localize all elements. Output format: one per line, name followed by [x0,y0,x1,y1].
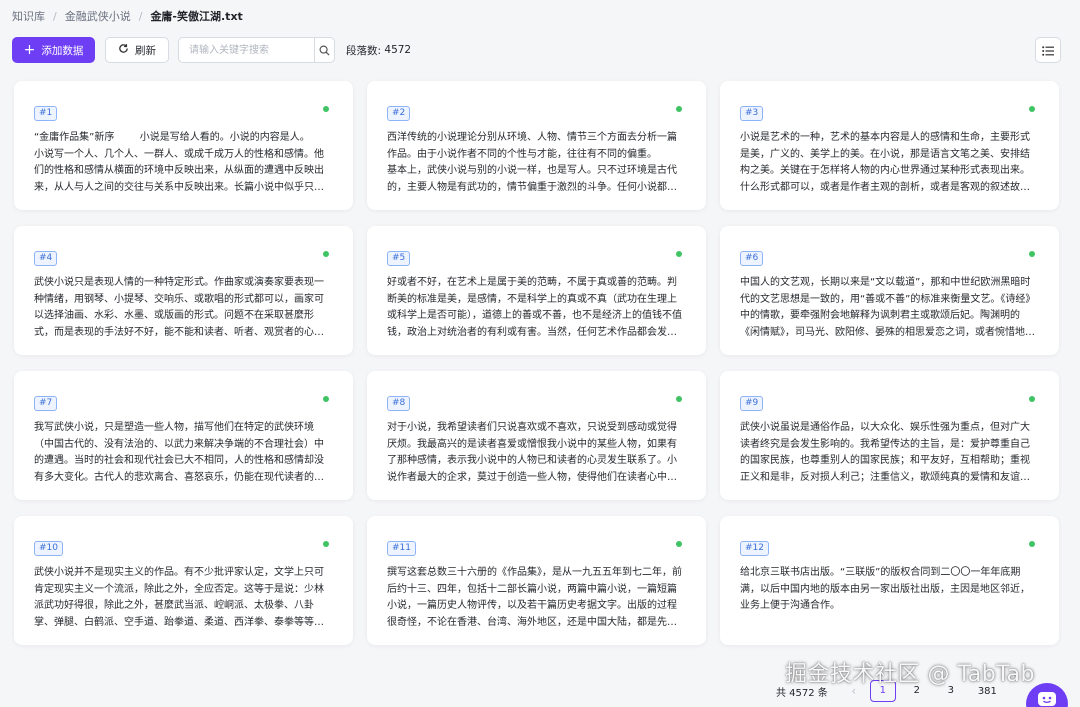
paragraph-card[interactable]: #6 中国人的文艺观，长期以来是“文以载道”，那和中世纪欧洲黑暗时代的文艺思想是一… [720,226,1059,355]
refresh-button[interactable]: 刷新 [105,37,169,63]
card-index-badge: #9 [740,396,764,411]
card-text: 撰写这套总数三十六册的《作品集》，是从一九五五年到七二年，前后约十三、四年，包括… [387,567,682,628]
search-icon [319,41,330,60]
watermark: 掘金技术社区 @ TabTab [785,662,1035,687]
paragraph-card[interactable]: #10 武侠小说并不是现实主义的作品。有不少批评家认定，文学上只可肯定现实主义一个… [14,516,353,645]
breadcrumb: 知识库 / 金融武侠小说 / 金庸-笑傲江湖.txt [12,8,243,24]
paragraph-card[interactable]: #8 对于小说，我希望读者们只说喜欢或不喜欢，只说受到感动或觉得厌烦。我最高兴的是… [367,371,706,500]
add-data-button[interactable]: + 添加数据 [12,37,95,63]
card-index-badge: #8 [387,396,411,411]
status-dot [676,541,682,547]
card-index-badge: #3 [740,106,764,121]
add-data-label: 添加数据 [41,44,84,57]
status-dot [323,396,329,402]
status-dot [323,251,329,257]
card-text: 我写武侠小说，只是塑造一些人物，描写他们在特定的武侠环境（中国古代的、没有法治的… [34,422,324,483]
status-dot [1029,106,1035,112]
card-text: 小说是艺术的一种，艺术的基本内容是人的感情和生命，主要形式是美，广义的、美学上的… [740,132,1030,193]
status-dot [1029,396,1035,402]
card-text: 武侠小说虽说是通俗作品，以大众化、娱乐性强为重点，但对广大读者终究是会发生影响的… [740,422,1030,483]
status-dot [1029,541,1035,547]
search-button[interactable] [314,38,334,62]
list-view-button[interactable] [1035,37,1061,63]
card-text: 武侠小说只是表现人情的一种特定形式。作曲家或演奏家要表现一种情绪，用钢琴、小提琴… [34,277,324,338]
refresh-icon [118,43,129,57]
status-dot [1029,251,1035,257]
paragraph-card[interactable]: #2 西洋传统的小说理论分别从环境、人物、情节三个方面去分析一篇作品。由于小说作者… [367,81,706,210]
card-index-badge: #7 [34,396,58,411]
card-index-badge: #5 [387,251,411,266]
card-text: 西洋传统的小说理论分别从环境、人物、情节三个方面去分析一篇作品。由于小说作者不同… [387,132,677,193]
breadcrumb-item-knowledge-base[interactable]: 知识库 [12,8,45,24]
paragraph-card[interactable]: #11 撰写这套总数三十六册的《作品集》，是从一九五五年到七二年，前后约十三、四年… [367,516,706,645]
status-dot [676,106,682,112]
paragraph-count-label: 段落数: [346,44,382,57]
paragraph-card[interactable]: #3 小说是艺术的一种，艺术的基本内容是人的感情和生命，主要形式是美，广义的、美学… [720,81,1059,210]
card-index-badge: #1 [34,106,58,121]
card-index-badge: #12 [740,541,769,556]
card-index-badge: #11 [387,541,416,556]
card-text: 对于小说，我希望读者们只说喜欢或不喜欢，只说受到感动或觉得厌烦。我最高兴的是读者… [387,422,677,483]
paragraph-card[interactable]: #12 给北京三联书店出版。“三联版”的版权合同到二〇〇一年年底期满，以后中国内地… [720,516,1059,645]
breadcrumb-item-collection[interactable]: 金融武侠小说 [65,8,131,24]
status-dot [323,106,329,112]
card-index-badge: #2 [387,106,411,121]
toolbar: + 添加数据 刷新 段落数: 4572 [12,37,1061,63]
plus-icon: + [23,42,36,58]
search-input[interactable] [179,38,314,62]
paragraph-card[interactable]: #5 好或者不好，在艺术上是属于美的范畴，不属于真或善的范畴。判断美的标准是美，是… [367,226,706,355]
paragraph-count: 段落数: 4572 [346,37,411,63]
status-dot [323,541,329,547]
breadcrumb-separator: / [138,9,143,23]
card-text: 给北京三联书店出版。“三联版”的版权合同到二〇〇一年年底期满，以后中国内地的版本… [740,567,1030,611]
status-dot [676,396,682,402]
paragraph-card[interactable]: #1 “金庸作品集”新序 小说是写给人看的。小说的内容是人。 小说写一个人、几个人… [14,81,353,210]
search-box [178,37,335,63]
card-text: “金庸作品集”新序 小说是写给人看的。小说的内容是人。 小说写一个人、几个人、一… [34,132,324,193]
card-text: 好或者不好，在艺术上是属于美的范畴，不属于真或善的范畴。判断美的标准是美，是感情… [387,277,682,338]
card-text: 中国人的文艺观，长期以来是“文以载道”，那和中世纪欧洲黑暗时代的文艺思想是一致的… [740,277,1036,338]
breadcrumb-separator: / [53,9,57,23]
paragraph-count-value: 4572 [384,44,412,56]
card-index-badge: #10 [34,541,63,556]
paragraph-grid: #1 “金庸作品集”新序 小说是写给人看的。小说的内容是人。 小说写一个人、几个人… [14,81,1060,645]
breadcrumb-item-current-file: 金庸-笑傲江湖.txt [150,10,243,23]
paragraph-card[interactable]: #7 我写武侠小说，只是塑造一些人物，描写他们在特定的武侠环境（中国古代的、没有法… [14,371,353,500]
list-view-icon [1042,41,1054,60]
card-index-badge: #6 [740,251,764,266]
card-index-badge: #4 [34,251,58,266]
refresh-label: 刷新 [135,44,156,57]
paragraph-card[interactable]: #9 武侠小说虽说是通俗作品，以大众化、娱乐性强为重点，但对广大读者终究是会发生影… [720,371,1059,500]
card-text: 武侠小说并不是现实主义的作品。有不少批评家认定，文学上只可肯定现实主义一个流派，… [34,567,324,628]
paragraph-card[interactable]: #4 武侠小说只是表现人情的一种特定形式。作曲家或演奏家要表现一种情绪，用钢琴、小… [14,226,353,355]
chat-face-icon [1037,691,1057,707]
status-dot [676,251,682,257]
